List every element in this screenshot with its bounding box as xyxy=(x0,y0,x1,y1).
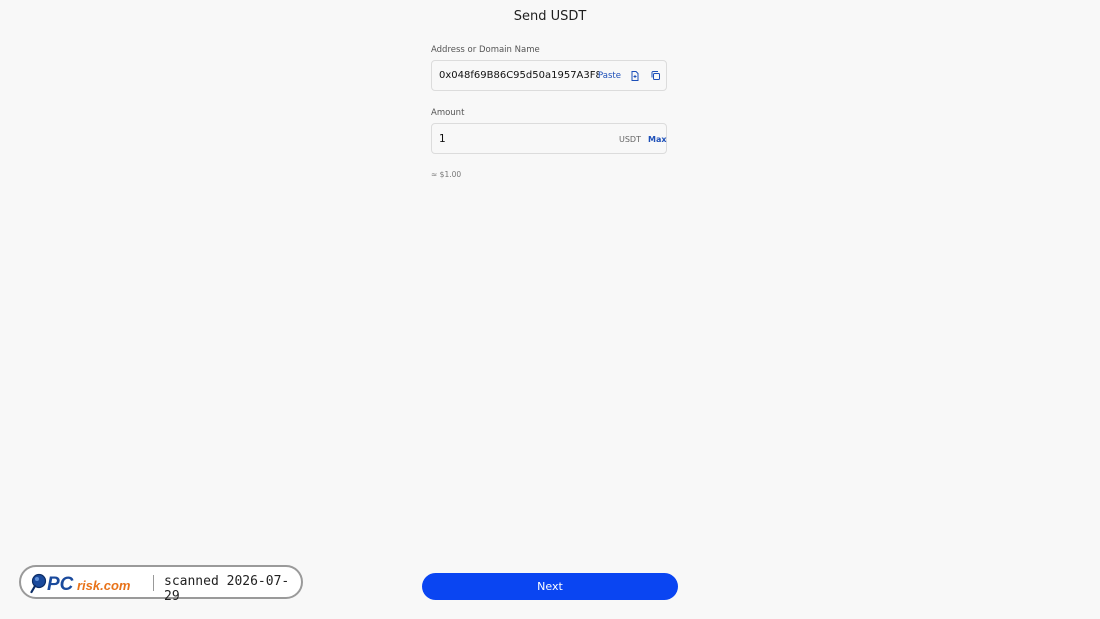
watermark-badge: PC risk.com scanned 2026-07-29 xyxy=(19,565,303,604)
address-label: Address or Domain Name xyxy=(431,45,540,55)
amount-label: Amount xyxy=(431,108,465,118)
amount-input[interactable]: 1 xyxy=(439,133,446,145)
address-input[interactable]: 0x048f69B86C95d50a1957A3F89 xyxy=(439,70,599,81)
pcrisk-logo: PC risk.com xyxy=(30,573,131,595)
amount-unit: USDT xyxy=(619,135,641,144)
svg-text:risk.com: risk.com xyxy=(77,578,131,593)
watermark-divider xyxy=(153,575,154,591)
address-field[interactable]: 0x048f69B86C95d50a1957A3F89 Paste xyxy=(431,60,667,91)
fiat-estimate: ≈ $1.00 xyxy=(431,170,462,179)
paste-button[interactable]: Paste xyxy=(598,71,621,81)
watermark-text: scanned 2026-07-29 xyxy=(164,574,290,604)
amount-field[interactable]: 1 USDT Max xyxy=(431,123,667,154)
max-button[interactable]: Max xyxy=(648,135,667,144)
page-title: Send USDT xyxy=(513,9,587,24)
copy-icon[interactable] xyxy=(650,70,662,82)
svg-text:PC: PC xyxy=(47,574,74,595)
next-button[interactable]: Next xyxy=(422,573,678,600)
paste-icon[interactable] xyxy=(629,70,641,82)
